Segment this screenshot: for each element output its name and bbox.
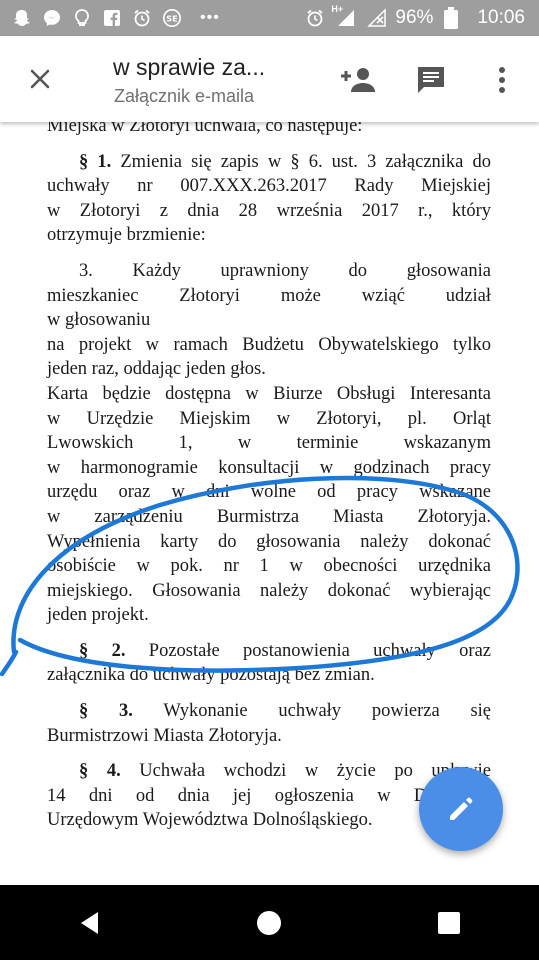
- system-navigation-bar: [0, 885, 539, 960]
- snapchat-icon: [12, 8, 32, 28]
- doc-line: Miejska w Złotoryi uchwala, co następuje…: [47, 122, 363, 136]
- section-2-line: § 2. Pozostałe postanowienia uchwały ora…: [47, 639, 491, 664]
- doc-line: jeden raz, oddając jeden głos.: [47, 359, 266, 380]
- facebook-icon: [102, 8, 122, 28]
- edit-fab-button[interactable]: [419, 767, 503, 851]
- back-icon: [80, 911, 98, 934]
- home-icon: [257, 910, 282, 935]
- doc-line: 3. Każdy uprawniony do głosowania: [79, 260, 491, 281]
- section-number: § 3.: [79, 701, 133, 722]
- doc-line: w zarządzeniu Burmistrza Miasta Złotoryj…: [47, 506, 491, 527]
- doc-line: Wypełnienia karty do głosowania należy d…: [47, 531, 491, 552]
- bulb-icon: [72, 8, 92, 28]
- page-title: w sprawie za...: [113, 54, 266, 80]
- home-button[interactable]: [239, 893, 299, 953]
- more-options-button[interactable]: [482, 60, 522, 100]
- doc-line: na projekt w ramach Budżetu Obywatelskie…: [47, 334, 491, 355]
- doc-line: miejskiego. Głosowania należy dokonać wy…: [47, 580, 491, 601]
- clock: 10:06: [477, 7, 525, 28]
- no-signal-icon: [367, 8, 387, 28]
- doc-line: w głosowaniu: [47, 310, 151, 331]
- section-number: § 1.: [79, 151, 112, 172]
- doc-line: Burmistrzowi Miasta Złotoryja.: [47, 725, 282, 746]
- close-icon: [30, 69, 50, 89]
- doc-line: Zmienia się zapis w § 6. ust. 3 załączni…: [120, 151, 492, 172]
- doc-line: w Złotoryi z dnia 28 września 2017 r., k…: [47, 200, 491, 221]
- edit-pencil-icon: [450, 797, 473, 820]
- doc-line: mieszkaniec Złotoryi może wziąć udział: [47, 285, 491, 306]
- comment-icon: [418, 67, 444, 93]
- doc-line: uchwały nr 007.XXX.263.2017 Rady Miejski…: [47, 176, 491, 197]
- recents-icon: [438, 911, 461, 934]
- battery-icon: [441, 7, 461, 29]
- add-person-icon: [341, 68, 375, 92]
- doc-line: załącznika do uchwały pozostają bez zmia…: [47, 665, 375, 686]
- page-subtitle: Załącznik e-maila: [114, 86, 255, 106]
- more-vert-icon: [499, 67, 505, 93]
- section-number: § 2.: [79, 640, 126, 661]
- section-4-line: § 4. Uchwała wchodzi w życie po upływie: [47, 759, 491, 784]
- section-1-line: § 1. Zmienia się zapis w § 6. ust. 3 zał…: [47, 150, 491, 175]
- network-type: H+: [331, 4, 344, 14]
- doc-line: jeden projekt.: [47, 605, 149, 626]
- doc-line: Lwowskich 1, w terminie wskazanym: [47, 433, 491, 454]
- back-button[interactable]: [60, 893, 120, 953]
- close-button[interactable]: [22, 61, 58, 97]
- comment-button[interactable]: [411, 60, 451, 100]
- doc-line: osobiście w pok. nr 1 w obecności urzędn…: [47, 556, 491, 577]
- document-text: Miejska w Złotoryi uchwala, co następuje…: [47, 122, 491, 833]
- more-notifications-icon: •••: [200, 9, 220, 26]
- doc-line: urzędu oraz w dni wolne od pracy wskazan…: [47, 482, 491, 503]
- doc-line: w Urzędzie Miejskim w Złotoryi, pl. Orlą…: [47, 408, 491, 429]
- doc-line: Karta będzie dostępna w Biurze Obsługi I…: [47, 383, 491, 404]
- battery-percent: 96%: [395, 7, 434, 28]
- section-number: § 4.: [79, 761, 121, 782]
- sf-icon: SE: [162, 8, 182, 28]
- status-bar: SE ••• H+ 96% 10:06: [0, 0, 539, 36]
- app-bar: w sprawie za... Załącznik e-maila: [0, 36, 539, 122]
- alarm-icon: [305, 8, 325, 28]
- doc-line: Wykonanie uchwały powierza się: [163, 701, 492, 722]
- signal-icon: H+: [331, 4, 359, 28]
- alarm-icon: [132, 8, 152, 28]
- section-3-line: § 3. Wykonanie uchwały powierza się: [47, 699, 491, 724]
- messenger-icon: [42, 8, 62, 28]
- svg-text:SE: SE: [166, 14, 177, 24]
- add-person-button[interactable]: [338, 60, 378, 100]
- recents-button[interactable]: [419, 893, 479, 953]
- doc-line: Pozostałe postanowienia uchwały oraz: [148, 640, 492, 661]
- doc-line: otrzymuje brzmienie:: [47, 225, 206, 246]
- doc-line: w harmonogramie konsultacji w godzinach …: [47, 457, 491, 478]
